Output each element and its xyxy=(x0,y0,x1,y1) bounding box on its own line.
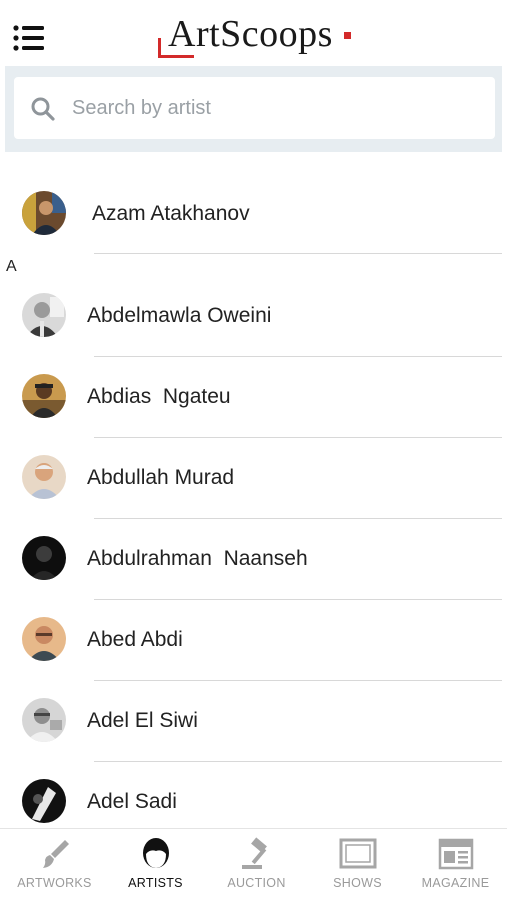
artist-row[interactable]: Abdias Ngateu xyxy=(0,357,507,438)
tab-magazine[interactable]: MAGAZINE xyxy=(405,829,506,900)
artist-name: Abdias Ngateu xyxy=(87,385,231,408)
avatar xyxy=(22,374,66,418)
artist-name: Abdullah Murad xyxy=(87,466,235,489)
avatar xyxy=(22,293,66,337)
newspaper-icon xyxy=(438,838,474,870)
tab-artworks[interactable]: ARTWORKS xyxy=(4,829,105,900)
search-input[interactable] xyxy=(72,89,472,127)
artist-row[interactable]: Adel El Siwi xyxy=(0,681,507,762)
search-icon xyxy=(31,97,55,121)
search-bar xyxy=(5,66,502,152)
logo-text: ArtScoops xyxy=(168,13,333,55)
tab-label: AUCTION xyxy=(227,876,286,890)
tab-label: SHOWS xyxy=(333,876,382,890)
app-header: ArtScoops xyxy=(0,0,507,66)
search-box[interactable] xyxy=(14,77,495,139)
bottom-tab-bar: ARTWORKS ARTISTS AUCTION SHOWS MAGAZINE xyxy=(0,828,507,900)
tab-label: ARTISTS xyxy=(128,876,183,890)
app-logo[interactable]: ArtScoops xyxy=(156,10,356,60)
artist-name: Abed Abdi xyxy=(87,628,183,651)
gavel-icon xyxy=(242,837,267,869)
tab-shows[interactable]: SHOWS xyxy=(307,829,408,900)
avatar xyxy=(22,191,66,235)
artist-name: Adel Sadi xyxy=(87,790,177,813)
avatar xyxy=(22,455,66,499)
avatar xyxy=(22,698,66,742)
logo-dot-mark xyxy=(344,32,351,39)
avatar xyxy=(22,617,66,661)
artist-head-icon xyxy=(143,838,169,868)
artist-row[interactable]: Abdulrahman Naanseh xyxy=(0,519,507,600)
frame-icon xyxy=(339,838,377,869)
avatar xyxy=(22,536,66,580)
featured-artist-row[interactable]: Azam Atakhanov xyxy=(0,176,507,254)
section-header-letter: A xyxy=(6,258,17,275)
artist-name: Azam Atakhanov xyxy=(92,202,250,225)
tab-label: ARTWORKS xyxy=(17,876,92,890)
tab-auction[interactable]: AUCTION xyxy=(206,829,307,900)
artist-name: Abdulrahman Naanseh xyxy=(87,547,308,570)
artist-list: Azam Atakhanov A Abdelmawla Oweini Abdia… xyxy=(0,152,507,828)
artist-row[interactable]: Abdullah Murad xyxy=(0,438,507,519)
artist-name: Abdelmawla Oweini xyxy=(87,304,272,327)
list-divider xyxy=(94,253,502,254)
artist-row[interactable]: Abed Abdi xyxy=(0,600,507,681)
tab-label: MAGAZINE xyxy=(421,876,490,890)
tab-artists[interactable]: ARTISTS xyxy=(105,829,206,900)
artist-row[interactable]: Abdelmawla Oweini xyxy=(0,276,507,357)
avatar xyxy=(22,779,66,823)
artist-row[interactable]: Adel Sadi xyxy=(0,762,507,828)
menu-button[interactable] xyxy=(12,24,46,52)
hamburger-menu-icon xyxy=(13,25,44,51)
artist-name: Adel El Siwi xyxy=(87,709,198,732)
paintbrush-icon xyxy=(43,840,69,868)
